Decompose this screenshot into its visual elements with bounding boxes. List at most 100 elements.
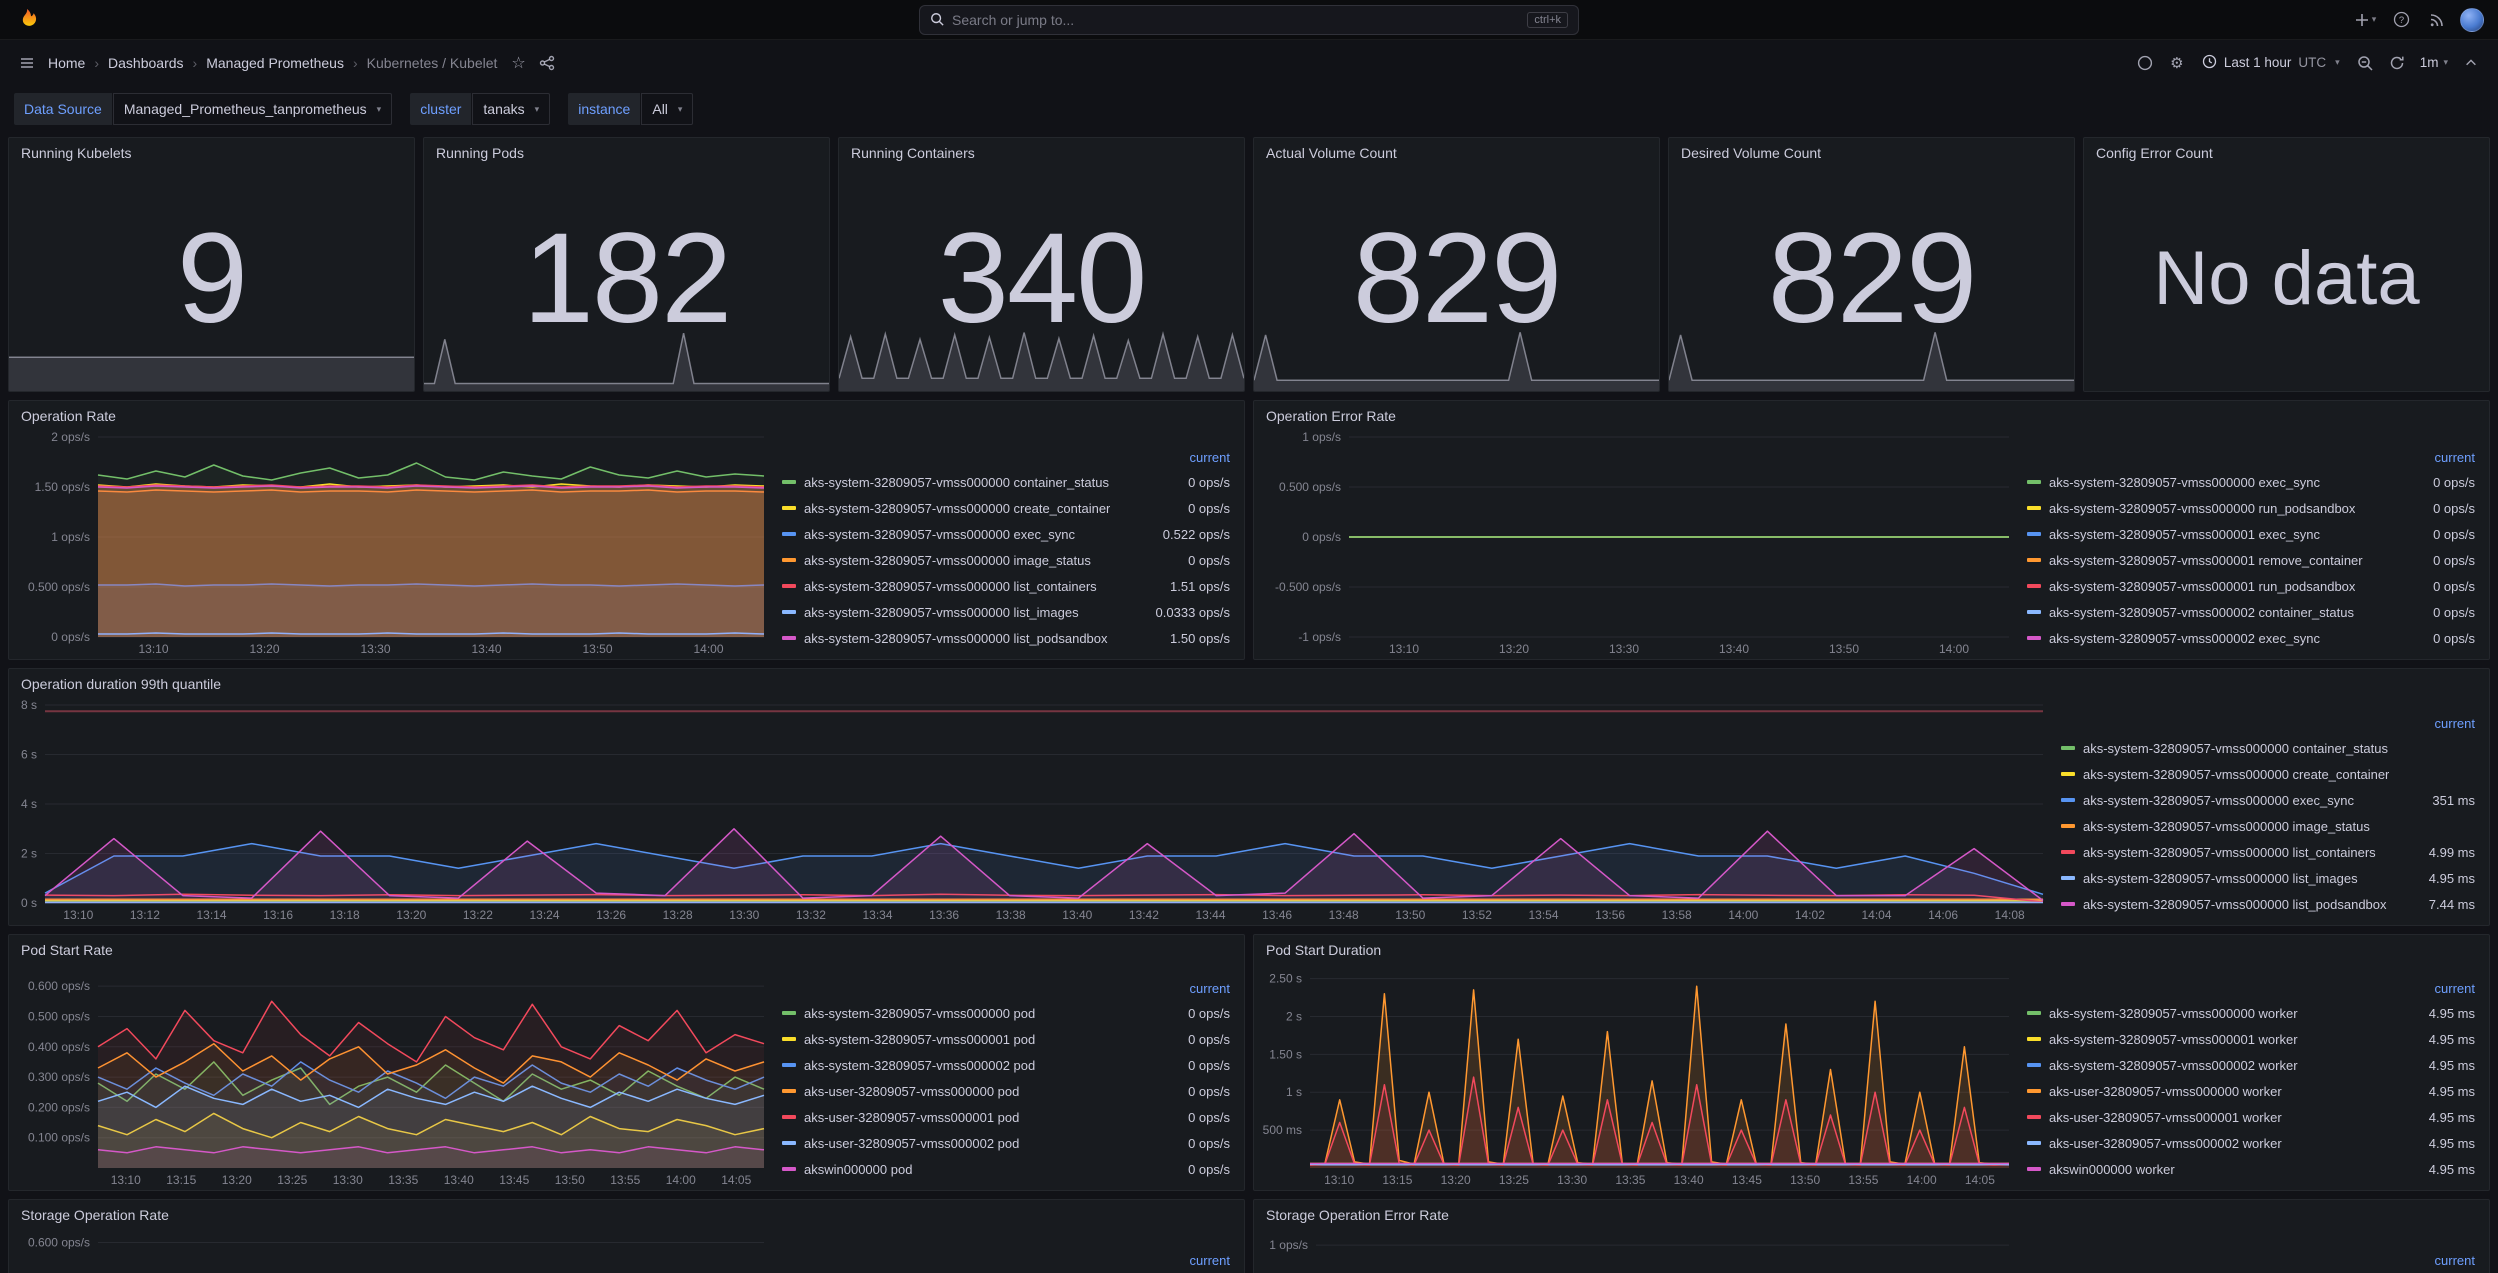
chevron-down-icon: ▾: [2372, 14, 2377, 25]
legend-header[interactable]: current: [2027, 447, 2475, 469]
legend-header[interactable]: current: [2061, 713, 2475, 735]
breadcrumb-item[interactable]: Managed Prometheus: [206, 55, 344, 71]
refresh-icon[interactable]: [2384, 50, 2410, 76]
zoom-out-icon[interactable]: [2352, 50, 2378, 76]
legend-item[interactable]: aks-user-32809057-vmss000001 pod 0 ops/s: [782, 1104, 1230, 1130]
new-button[interactable]: ▾: [2352, 7, 2378, 33]
search-field[interactable]: [952, 12, 1519, 28]
panel-title[interactable]: Storage Operation Rate: [9, 1200, 1244, 1226]
legend-item[interactable]: aks-system-32809057-vmss000000 list_imag…: [782, 599, 1230, 625]
legend-item[interactable]: aks-system-32809057-vmss000000 exec_sync…: [2027, 469, 2475, 495]
search-input[interactable]: ctrl+k: [919, 5, 1579, 35]
operation-error-rate-plot[interactable]: -1 ops/s-0.500 ops/s0 ops/s0.500 ops/s1 …: [1254, 427, 2019, 659]
panel-title[interactable]: Desired Volume Count: [1669, 138, 2074, 164]
legend-item[interactable]: aks-system-32809057-vmss000002 exec_sync…: [2027, 625, 2475, 651]
panel-title[interactable]: Operation duration 99th quantile: [9, 669, 2489, 695]
legend-item[interactable]: aks-system-32809057-vmss000000 exec_sync…: [2061, 787, 2475, 813]
legend-item[interactable]: aks-system-32809057-vmss000001 worker 4.…: [2027, 1026, 2475, 1052]
legend-item[interactable]: aks-system-32809057-vmss000000 list_cont…: [782, 573, 1230, 599]
legend-item[interactable]: aks-system-32809057-vmss000001 pod 0 ops…: [782, 1026, 1230, 1052]
legend-item[interactable]: aks-system-32809057-vmss000000 create_co…: [2061, 761, 2475, 787]
legend-item[interactable]: aks-system-32809057-vmss000000 worker 4.…: [2027, 1000, 2475, 1026]
variable-value-dropdown[interactable]: All ▾: [641, 93, 693, 125]
pod-start-rate-plot[interactable]: 0.100 ops/s0.200 ops/s0.300 ops/s0.400 o…: [9, 961, 774, 1190]
legend-item[interactable]: aks-system-32809057-vmss000000 container…: [2061, 735, 2475, 761]
series-current-value: 4.95 ms: [2417, 1084, 2475, 1099]
panel-title[interactable]: Actual Volume Count: [1254, 138, 1659, 164]
legend-item[interactable]: aks-system-32809057-vmss000001 exec_sync…: [2027, 521, 2475, 547]
svg-text:13:52: 13:52: [1462, 908, 1492, 922]
panel-title[interactable]: Pod Start Duration: [1254, 935, 2489, 961]
legend-item[interactable]: aks-system-32809057-vmss000001 run_podsa…: [2027, 573, 2475, 599]
legend-item[interactable]: akswin000000 worker 4.95 ms: [2027, 1156, 2475, 1182]
panel-title[interactable]: Config Error Count: [2084, 138, 2489, 164]
variable-value-dropdown[interactable]: tanaks ▾: [472, 93, 550, 125]
refresh-interval-value: 1m: [2420, 55, 2439, 70]
menu-toggle-icon[interactable]: [14, 50, 40, 76]
chevron-up-icon[interactable]: [2458, 50, 2484, 76]
legend-item[interactable]: akswin000000 pod 0 ops/s: [782, 1156, 1230, 1182]
svg-text:13:12: 13:12: [130, 908, 160, 922]
panel-title[interactable]: Pod Start Rate: [9, 935, 1244, 961]
legend-header[interactable]: current: [2027, 978, 2475, 1000]
legend-item[interactable]: aks-system-32809057-vmss000000 create_co…: [782, 495, 1230, 521]
breadcrumb-item[interactable]: Dashboards: [108, 55, 184, 71]
legend-header[interactable]: current: [2027, 1250, 2475, 1272]
series-name: aks-system-32809057-vmss000000 list_imag…: [804, 605, 1079, 620]
time-range-picker[interactable]: Last 1 hour UTC ▾: [2196, 54, 2346, 72]
legend-item[interactable]: aks-system-32809057-vmss000001 remove_co…: [2027, 547, 2475, 573]
panel-operation-duration: Operation duration 99th quantile 0 s2 s4…: [8, 668, 2490, 926]
variable-value-dropdown[interactable]: Managed_Prometheus_tanprometheus ▾: [113, 93, 392, 125]
legend-item[interactable]: aks-system-32809057-vmss000000 container…: [782, 469, 1230, 495]
legend-item[interactable]: aks-user-32809057-vmss000002 pod 0 ops/s: [782, 1130, 1230, 1156]
series-color-icon: [2027, 1089, 2041, 1093]
chevron-down-icon: ▾: [2335, 57, 2340, 68]
panel-title[interactable]: Running Containers: [839, 138, 1244, 164]
legend-item[interactable]: aks-system-32809057-vmss000000 list_imag…: [2061, 865, 2475, 891]
legend-header[interactable]: current: [782, 1250, 1230, 1272]
legend-header[interactable]: current: [782, 447, 1230, 469]
panel-title[interactable]: Running Kubelets: [9, 138, 414, 164]
panel-title[interactable]: Running Pods: [424, 138, 829, 164]
legend-item[interactable]: aks-system-32809057-vmss000000 image_sta…: [2061, 813, 2475, 839]
legend-item[interactable]: aks-system-32809057-vmss000000 list_pods…: [782, 625, 1230, 651]
legend-item[interactable]: aks-user-32809057-vmss000000 pod 0 ops/s: [782, 1078, 1230, 1104]
legend-item[interactable]: aks-system-32809057-vmss000002 worker 4.…: [2027, 1052, 2475, 1078]
breadcrumb-item[interactable]: Home: [48, 55, 85, 71]
grafana-logo-icon[interactable]: [14, 7, 40, 33]
legend-item[interactable]: aks-system-32809057-vmss000002 container…: [2027, 599, 2475, 625]
storage-operation-rate-plot[interactable]: 0.600 ops/s: [9, 1226, 774, 1273]
svg-text:14:04: 14:04: [1861, 908, 1891, 922]
legend-header[interactable]: current: [782, 978, 1230, 1000]
variable-label: cluster: [410, 93, 471, 125]
favorite-star-icon[interactable]: ☆: [511, 53, 525, 73]
operation-duration-plot[interactable]: 0 s2 s4 s6 s8 s13:1013:1213:1413:1613:18…: [9, 695, 2053, 925]
pod-start-duration-plot[interactable]: 500 ms1 s1.50 s2 s2.50 s13:1013:1513:201…: [1254, 961, 2019, 1190]
legend-item[interactable]: aks-system-32809057-vmss000000 pod 0 ops…: [782, 1000, 1230, 1026]
avatar[interactable]: [2460, 8, 2484, 32]
panel-title[interactable]: Operation Error Rate: [1254, 401, 2489, 427]
storage-operation-error-rate-plot[interactable]: 1 ops/s: [1254, 1226, 2019, 1273]
svg-text:13:55: 13:55: [610, 1173, 640, 1187]
legend-item[interactable]: aks-user-32809057-vmss000000 worker 4.95…: [2027, 1078, 2475, 1104]
legend-item[interactable]: aks-user-32809057-vmss000002 worker 4.95…: [2027, 1130, 2475, 1156]
panel-title[interactable]: Storage Operation Error Rate: [1254, 1200, 2489, 1226]
help-icon[interactable]: ?: [2388, 7, 2414, 33]
news-rss-icon[interactable]: [2424, 7, 2450, 33]
legend-item[interactable]: aks-system-32809057-vmss000000 list_cont…: [2061, 839, 2475, 865]
info-circle-icon[interactable]: [2132, 50, 2158, 76]
dashboard-settings-gear-icon[interactable]: ⚙: [2164, 50, 2190, 76]
legend-item[interactable]: aks-system-32809057-vmss000002 pod 0 ops…: [782, 1052, 1230, 1078]
breadcrumb-item[interactable]: Kubernetes / Kubelet: [367, 55, 498, 71]
legend-item[interactable]: aks-system-32809057-vmss000000 image_sta…: [782, 547, 1230, 573]
svg-text:13:40: 13:40: [471, 642, 501, 656]
panel-title[interactable]: Operation Rate: [9, 401, 1244, 427]
refresh-interval-dropdown[interactable]: 1m ▾: [2416, 55, 2452, 70]
legend-item[interactable]: aks-user-32809057-vmss000001 worker 4.95…: [2027, 1104, 2475, 1130]
legend-item[interactable]: aks-system-32809057-vmss000000 run_podsa…: [2027, 495, 2475, 521]
operation-rate-plot[interactable]: 0 ops/s0.500 ops/s1 ops/s1.50 ops/s2 ops…: [9, 427, 774, 659]
legend-item[interactable]: aks-system-32809057-vmss000000 list_pods…: [2061, 891, 2475, 917]
legend-item[interactable]: aks-system-32809057-vmss000000 exec_sync…: [782, 521, 1230, 547]
share-icon[interactable]: [534, 50, 560, 76]
svg-text:0.500 ops/s: 0.500 ops/s: [1279, 480, 1341, 494]
